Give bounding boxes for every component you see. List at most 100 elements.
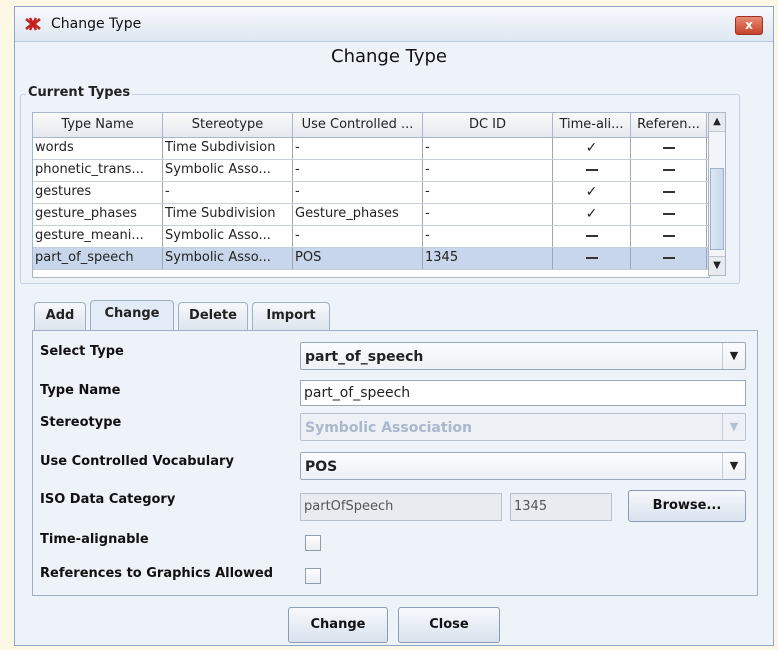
column-header-time-alignable[interactable]: Time-ali... <box>553 113 631 137</box>
stereotype-label: Stereotype <box>40 415 122 430</box>
dash-icon <box>662 234 675 237</box>
cell-dc-id[interactable]: - <box>423 204 553 225</box>
cell-dc-id[interactable]: - <box>423 160 553 181</box>
cell-stereotype[interactable]: Symbolic Asso... <box>163 160 293 181</box>
cell-type-name[interactable]: words <box>33 138 163 159</box>
cell-dc-id[interactable]: - <box>423 138 553 159</box>
cell-type-name[interactable]: gestures <box>33 182 163 203</box>
cell-time-alignable[interactable] <box>553 248 631 269</box>
window-title: Change Type <box>51 16 142 32</box>
scroll-down-arrow-icon[interactable]: ▼ <box>709 256 725 275</box>
cell-references[interactable] <box>631 248 707 269</box>
checkmark-icon: ✓ <box>585 206 598 222</box>
dialog-heading: Change Type <box>331 46 447 67</box>
controlled-vocabulary-label: Use Controlled Vocabulary <box>40 454 234 469</box>
cell-time-alignable[interactable] <box>553 226 631 247</box>
tab-import[interactable]: Import <box>252 302 330 330</box>
table-body: words Time Subdivision - - ✓ phonetic_trans..… <box>33 138 709 270</box>
cell-time-alignable[interactable]: ✓ <box>553 204 631 225</box>
checkmark-icon: ✓ <box>585 140 598 156</box>
cell-dc-id[interactable]: 1345 <box>423 248 553 269</box>
type-name-input[interactable] <box>300 380 746 406</box>
cell-controlled-vocab[interactable]: Gesture_phases <box>293 204 423 225</box>
table-row[interactable]: phonetic_trans... Symbolic Asso... - - <box>33 160 709 182</box>
tab-delete[interactable]: Delete <box>178 302 248 330</box>
column-header-stereotype[interactable]: Stereotype <box>163 113 293 137</box>
dash-icon <box>662 168 675 171</box>
column-header-type-name[interactable]: Type Name <box>33 113 163 137</box>
chevron-down-icon[interactable]: ▼ <box>722 453 745 479</box>
cell-stereotype[interactable]: Time Subdivision <box>163 138 293 159</box>
iso-data-category-label: ISO Data Category <box>40 492 176 507</box>
cell-references[interactable] <box>631 226 707 247</box>
cell-controlled-vocab[interactable]: - <box>293 160 423 181</box>
select-type-dropdown[interactable]: part_of_speech ▼ <box>300 342 746 370</box>
close-button[interactable]: Close <box>398 607 500 643</box>
table-row[interactable]: gestures - - - ✓ <box>33 182 709 204</box>
tab-change[interactable]: Change <box>90 300 174 330</box>
references-graphics-checkbox[interactable] <box>305 568 321 584</box>
title-bar: Change Type x <box>15 7 773 42</box>
column-header-references[interactable]: Referen... <box>631 113 707 137</box>
references-graphics-label: References to Graphics Allowed <box>40 566 274 581</box>
cell-controlled-vocab[interactable]: - <box>293 226 423 247</box>
table-scrollbar[interactable]: ▲ ▼ <box>708 112 726 276</box>
cell-dc-id[interactable]: - <box>423 182 553 203</box>
cell-type-name[interactable]: gesture_meani... <box>33 226 163 247</box>
select-type-label: Select Type <box>40 344 124 359</box>
controlled-vocabulary-dropdown[interactable]: POS ▼ <box>300 452 746 480</box>
change-button[interactable]: Change <box>288 607 388 643</box>
dash-icon <box>662 256 675 259</box>
cell-time-alignable[interactable]: ✓ <box>553 182 631 203</box>
iso-category-id-field: 1345 <box>510 493 612 521</box>
cell-controlled-vocab[interactable]: - <box>293 182 423 203</box>
cell-type-name[interactable]: gesture_phases <box>33 204 163 225</box>
cell-type-name[interactable]: part_of_speech <box>33 248 163 269</box>
select-type-value: part_of_speech <box>305 349 424 365</box>
tab-add[interactable]: Add <box>34 302 86 330</box>
stereotype-value: Symbolic Association <box>305 420 472 436</box>
chevron-down-icon: ▼ <box>722 414 745 440</box>
time-alignable-checkbox[interactable] <box>305 535 321 551</box>
cell-references[interactable] <box>631 182 707 203</box>
table-row[interactable]: gesture_meani... Symbolic Asso... - - <box>33 226 709 248</box>
dash-icon <box>585 256 598 259</box>
chevron-down-icon[interactable]: ▼ <box>722 343 745 369</box>
close-window-button[interactable]: x <box>735 16 763 35</box>
cell-stereotype[interactable]: - <box>163 182 293 203</box>
cell-stereotype[interactable]: Time Subdivision <box>163 204 293 225</box>
cell-references[interactable] <box>631 204 707 225</box>
current-types-label: Current Types <box>26 85 133 100</box>
cell-type-name[interactable]: phonetic_trans... <box>33 160 163 181</box>
dash-icon <box>585 168 598 171</box>
cell-time-alignable[interactable]: ✓ <box>553 138 631 159</box>
scroll-thumb[interactable] <box>710 168 724 250</box>
cell-controlled-vocab[interactable]: - <box>293 138 423 159</box>
cell-references[interactable] <box>631 160 707 181</box>
table-header: Type Name Stereotype Use Controlled ... … <box>33 113 709 138</box>
cell-dc-id[interactable]: - <box>423 226 553 247</box>
dash-icon <box>662 212 675 215</box>
table-row[interactable]: gesture_phases Time Subdivision Gesture_ph… <box>33 204 709 226</box>
elan-app-icon <box>25 17 41 31</box>
scroll-up-arrow-icon[interactable]: ▲ <box>709 113 725 132</box>
types-table: Type Name Stereotype Use Controlled ... … <box>32 112 710 278</box>
cell-stereotype[interactable]: Symbolic Asso... <box>163 248 293 269</box>
table-row[interactable]: words Time Subdivision - - ✓ <box>33 138 709 160</box>
column-header-controlled-vocab[interactable]: Use Controlled ... <box>293 113 423 137</box>
column-header-dc-id[interactable]: DC ID <box>423 113 553 137</box>
dash-icon <box>662 190 675 193</box>
dash-icon <box>662 146 675 149</box>
dash-icon <box>585 234 598 237</box>
iso-category-name-field: partOfSpeech <box>300 493 502 521</box>
checkmark-icon: ✓ <box>585 184 598 200</box>
cell-controlled-vocab[interactable]: POS <box>293 248 423 269</box>
cell-references[interactable] <box>631 138 707 159</box>
browse-button[interactable]: Browse... <box>628 490 746 522</box>
type-name-label: Type Name <box>40 383 121 398</box>
table-row[interactable]: part_of_speech Symbolic Asso... POS 1345 <box>33 248 709 270</box>
stereotype-dropdown: Symbolic Association ▼ <box>300 413 746 441</box>
cell-stereotype[interactable]: Symbolic Asso... <box>163 226 293 247</box>
time-alignable-label: Time-alignable <box>40 532 149 547</box>
cell-time-alignable[interactable] <box>553 160 631 181</box>
